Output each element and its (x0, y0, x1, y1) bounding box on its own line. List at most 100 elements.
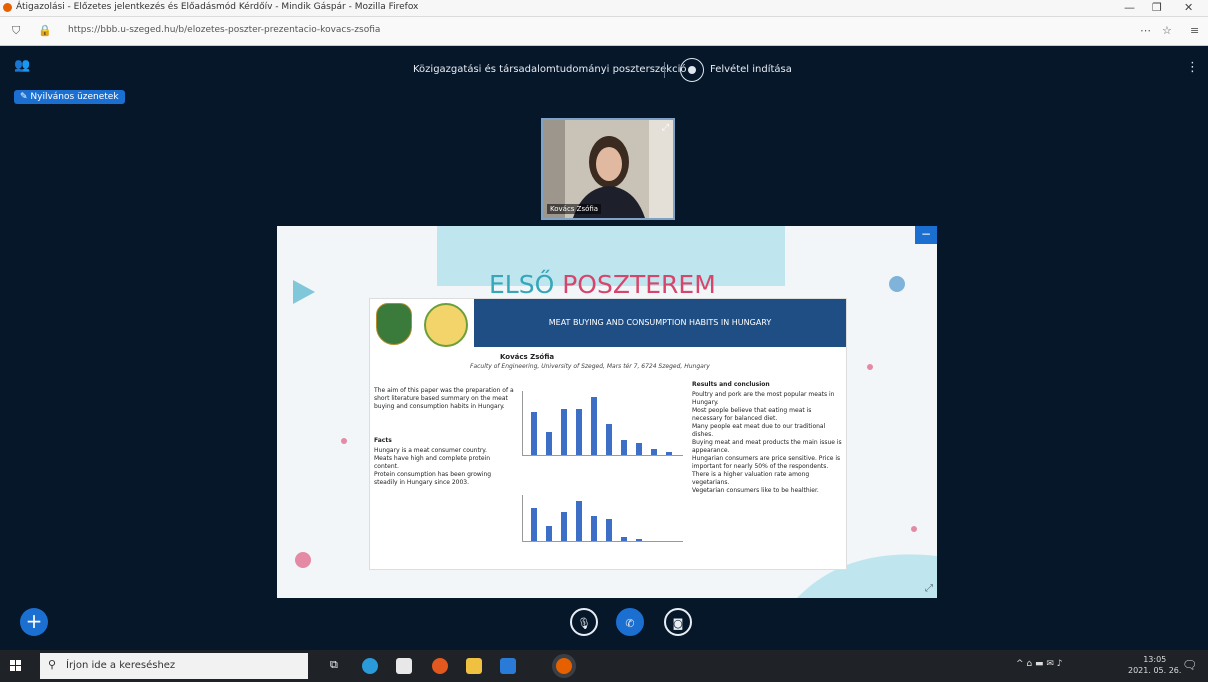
office-icon[interactable] (432, 658, 448, 674)
poster-chart-bar (591, 397, 597, 455)
poster-chart-bar (576, 501, 582, 541)
meeting-title: Közigazgatási és társadalomtudományi pos… (413, 64, 687, 75)
decorative-dot (341, 438, 347, 444)
result-item: Vegetarian consumers like to be healthie… (692, 487, 819, 494)
divider (664, 62, 665, 78)
firefox-taskbar-icon[interactable] (556, 658, 572, 674)
poster-author: Kovács Zsófia (500, 353, 555, 361)
result-item: Buying meat and meat products the main i… (692, 439, 842, 454)
url-text[interactable]: https://bbb.u-szeged.hu/b/elozetes-poszt… (68, 25, 380, 35)
result-item: Hungarian consumers are price sensitive.… (692, 455, 841, 470)
windows-taskbar: ⚲ Írjon ide a kereséshez ⧉ ^ ⌂ ▬ ✉ ♪ 13:… (0, 650, 1208, 682)
webcam-name-label: Kovács Zsófia (547, 204, 602, 214)
pocket-icon[interactable]: ⋯ (1140, 24, 1151, 37)
file-explorer-icon[interactable] (466, 658, 482, 674)
firefox-icon (3, 3, 12, 12)
leave-audio-button[interactable]: ✆ (616, 608, 644, 636)
minimize-button[interactable]: — (1124, 1, 1135, 14)
result-item: Most people believe that eating meat is … (692, 407, 812, 422)
public-chat-button[interactable]: ✎ Nyilvános üzenetek (14, 90, 125, 104)
meeting-top-bar: 👥 Közigazgatási és társadalomtudományi p… (0, 46, 1208, 88)
slide-title-word2: POSZTEREM (562, 270, 716, 299)
taskbar-search-box[interactable]: ⚲ Írjon ide a kereséshez (40, 653, 308, 679)
slide-title-word1: ELSŐ (489, 270, 555, 299)
poster-chart-bar (651, 449, 657, 455)
decorative-dot (867, 364, 873, 370)
meeting-app: 👥 Közigazgatási és társadalomtudományi p… (0, 46, 1208, 650)
result-item: Poultry and pork are the most popular me… (692, 391, 835, 406)
fullscreen-presentation-icon[interactable]: ⤢ (925, 583, 933, 594)
action-bar: + 🎙 ✆ ◙ (0, 602, 1208, 650)
poster: MEAT BUYING AND CONSUMPTION HABITS IN HU… (369, 298, 847, 570)
fullscreen-icon[interactable]: ⤢ (662, 123, 669, 133)
poster-chart-bar (666, 452, 672, 455)
poster-facts-heading: Facts (374, 437, 392, 444)
poster-results-list: Poultry and pork are the most popular me… (692, 391, 842, 495)
poster-chart-bar (546, 432, 552, 455)
menu-icon[interactable]: ≡ (1190, 24, 1199, 37)
recording-label: Felvétel indítása (710, 64, 792, 75)
result-item: Many people eat meat due to our traditio… (692, 423, 826, 438)
chat-icon: ✎ (20, 92, 31, 102)
mute-microphone-button[interactable]: 🎙 (570, 608, 598, 636)
task-view-icon[interactable]: ⧉ (330, 658, 346, 674)
fact-item: Hungary is a meat consumer country. (374, 447, 487, 454)
address-bar[interactable]: ⛉ 🔒 https://bbb.u-szeged.hu/b/elozetes-p… (0, 17, 1208, 46)
decorative-dot (911, 526, 917, 532)
share-webcam-button[interactable]: ◙ (664, 608, 692, 636)
fact-item: Meats have high and complete protein con… (374, 455, 491, 470)
decorative-circle (889, 276, 905, 292)
poster-chart-bar (591, 516, 597, 541)
poster-chart-bar (576, 409, 582, 455)
poster-chart-bar (561, 409, 567, 455)
poster-chart-1 (522, 391, 683, 456)
shield-icon[interactable]: ⛉ (12, 24, 20, 38)
faculty-sun-logo (424, 303, 468, 347)
record-icon (680, 58, 704, 82)
poster-chart-bar (531, 412, 537, 455)
taskbar-search-placeholder: Írjon ide a kereséshez (66, 660, 176, 671)
poster-chart-bar (561, 512, 567, 541)
edge-icon[interactable] (362, 658, 378, 674)
poster-facts-list: Hungary is a meat consumer country. Meat… (374, 447, 514, 487)
maximize-button[interactable]: ❐ (1152, 1, 1162, 14)
fact-item: Protein consumption has been growing ste… (374, 471, 492, 486)
browser-title-bar: Átigazolási - Előzetes jelentkezés és El… (0, 0, 1208, 17)
system-tray[interactable]: ^ ⌂ ▬ ✉ ♪ (1016, 659, 1063, 669)
slide-title: ELSŐ POSZTEREM (489, 270, 716, 299)
actions-plus-button[interactable]: + (20, 608, 48, 636)
taskbar-clock[interactable]: 13:05 2021. 05. 26. (1128, 654, 1181, 676)
public-chat-label: Nyilvános üzenetek (30, 92, 119, 102)
lock-icon[interactable]: 🔒 (38, 24, 52, 37)
webcam-video[interactable]: Kovács Zsófia ⤢ (541, 118, 675, 220)
store-icon[interactable] (396, 658, 412, 674)
presentation-area[interactable]: ELSŐ POSZTEREM MEAT BUYING AND CONSUMPTI… (277, 226, 937, 598)
poster-chart-bar (606, 519, 612, 541)
clock-time: 13:05 (1143, 655, 1167, 664)
options-menu-icon[interactable]: ⋮ (1186, 60, 1199, 75)
users-toggle-icon[interactable]: 👥 (14, 58, 30, 73)
poster-chart-bar (636, 539, 642, 541)
bookmark-star-icon[interactable]: ☆ (1162, 24, 1172, 37)
poster-chart-bar (546, 526, 552, 541)
poster-chart-bar (531, 508, 537, 541)
decorative-triangle (293, 280, 315, 304)
poster-affiliation: Faculty of Engineering, University of Sz… (470, 363, 710, 370)
notification-center-icon[interactable]: 🗨 (1182, 658, 1197, 672)
poster-chart-bar (621, 440, 627, 455)
minimize-presentation-button[interactable]: − (915, 226, 937, 244)
search-icon: ⚲ (48, 658, 57, 671)
poster-intro: The aim of this paper was the preparatio… (374, 387, 514, 410)
poster-chart-bar (636, 443, 642, 455)
windows-start-icon[interactable] (10, 660, 22, 672)
poster-results-heading: Results and conclusion (692, 381, 770, 388)
close-window-button[interactable]: ✕ (1184, 1, 1193, 14)
university-crest-logo (376, 303, 412, 345)
result-item: There is a higher valuation rate among v… (692, 471, 810, 486)
poster-chart-bar (606, 424, 612, 455)
photos-icon[interactable] (500, 658, 516, 674)
poster-chart-bar (621, 537, 627, 541)
recording-button[interactable]: Felvétel indítása (680, 58, 792, 84)
decorative-circle (295, 552, 311, 568)
window-title: Átigazolási - Előzetes jelentkezés és El… (16, 2, 419, 12)
